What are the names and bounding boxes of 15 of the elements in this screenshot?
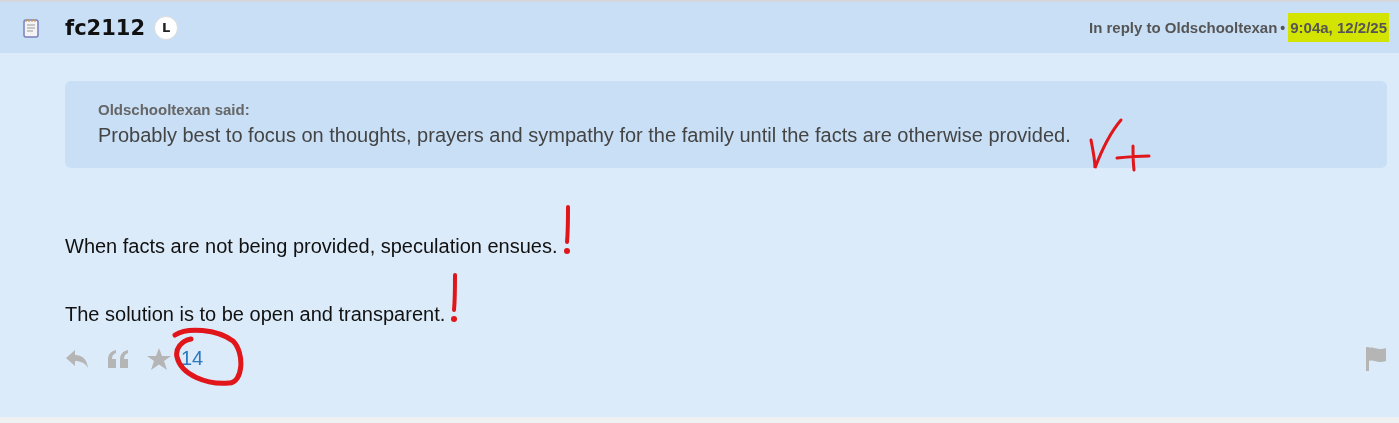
flag-icon[interactable] bbox=[1365, 346, 1387, 371]
reply-to-link[interactable]: In reply to Oldschooltexan bbox=[1088, 19, 1278, 36]
post-text: When facts are not being provided, speculation ensues. bbox=[65, 235, 558, 258]
notepad-icon bbox=[23, 17, 39, 38]
reply-icon[interactable] bbox=[65, 348, 89, 369]
quote-text: Probably best to focus on thoughts, prayers and sympathy for the family until the facts are otherwise provided. bbox=[98, 124, 1071, 147]
separator: • bbox=[1280, 19, 1286, 36]
user-badge: L bbox=[154, 15, 179, 40]
quote-attribution: Oldschooltexan said: bbox=[98, 101, 251, 118]
reaction-count[interactable]: 14 bbox=[181, 347, 204, 369]
post-text: The solution is to be open and transparent. bbox=[65, 303, 446, 326]
post-timestamp[interactable]: 9:04a, 12/2/25 bbox=[1288, 13, 1389, 42]
star-icon[interactable] bbox=[147, 347, 171, 370]
author-name[interactable]: fc2112 bbox=[65, 15, 146, 40]
quote-icon[interactable] bbox=[107, 348, 129, 369]
